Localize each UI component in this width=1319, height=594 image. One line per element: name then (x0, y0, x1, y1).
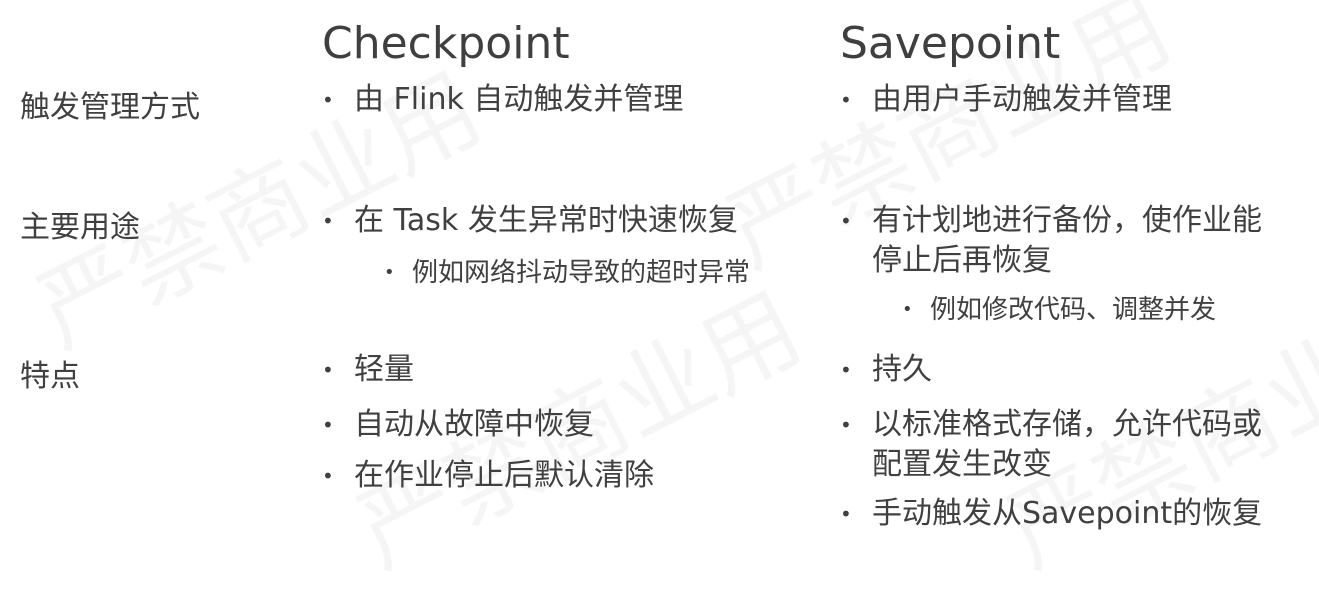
bullet-icon: • (322, 209, 334, 233)
savepoint-feature-item: • 手动触发从Savepoint的恢复 (840, 494, 1310, 534)
checkpoint-purpose-text: 在 Task 发生异常时快速恢复 (354, 203, 738, 238)
checkpoint-trigger-item: • 由 Flink 自动触发并管理 (322, 80, 802, 120)
bullet-icon: • (840, 358, 852, 382)
savepoint-trigger-text: 由用户手动触发并管理 (872, 82, 1172, 117)
row-label-trigger: 触发管理方式 (20, 90, 200, 125)
savepoint-feature-item: • 持久 (840, 350, 1290, 390)
bullet-icon: • (322, 88, 334, 112)
bullet-icon: • (840, 209, 852, 233)
checkpoint-feature-text: 轻量 (354, 352, 414, 387)
bullet-icon: • (384, 262, 395, 283)
checkpoint-trigger-text: 由 Flink 自动触发并管理 (354, 82, 684, 117)
savepoint-purpose-text: 有计划地进行备份，使作业能停止后再恢复 (872, 203, 1262, 278)
checkpoint-purpose-subitem: • 例如网络抖动导致的超时异常 (384, 255, 750, 291)
savepoint-purpose-item: • 有计划地进行备份，使作业能停止后再恢复 (840, 201, 1290, 281)
savepoint-feature-item: • 以标准格式存储，允许代码或配置发生改变 (840, 405, 1290, 485)
bullet-icon: • (840, 88, 852, 112)
row-label-features: 特点 (20, 359, 80, 394)
savepoint-trigger-item: • 由用户手动触发并管理 (840, 80, 1300, 120)
column-header-savepoint: Savepoint (840, 18, 1061, 69)
checkpoint-feature-text: 自动从故障中恢复 (354, 407, 594, 442)
savepoint-feature-text: 以标准格式存储，允许代码或配置发生改变 (872, 407, 1262, 482)
checkpoint-feature-text: 在作业停止后默认清除 (354, 458, 654, 493)
bullet-icon: • (902, 299, 913, 320)
bullet-icon: • (322, 358, 334, 382)
checkpoint-feature-item: • 轻量 (322, 350, 802, 390)
bullet-icon: • (840, 413, 852, 437)
bullet-icon: • (322, 464, 334, 488)
savepoint-purpose-subitem: • 例如修改代码、调整并发 (902, 292, 1216, 328)
checkpoint-feature-item: • 自动从故障中恢复 (322, 405, 802, 445)
savepoint-feature-text: 持久 (872, 352, 932, 387)
row-label-purpose: 主要用途 (20, 210, 140, 245)
checkpoint-purpose-item: • 在 Task 发生异常时快速恢复 (322, 201, 822, 241)
savepoint-purpose-subtext: 例如修改代码、调整并发 (930, 295, 1217, 325)
checkpoint-feature-item: • 在作业停止后默认清除 (322, 456, 802, 496)
bullet-icon: • (322, 413, 334, 437)
bullet-icon: • (840, 502, 852, 526)
savepoint-feature-text: 手动触发从Savepoint的恢复 (872, 496, 1263, 531)
checkpoint-purpose-subtext: 例如网络抖动导致的超时异常 (412, 258, 751, 288)
column-header-checkpoint: Checkpoint (322, 18, 570, 69)
